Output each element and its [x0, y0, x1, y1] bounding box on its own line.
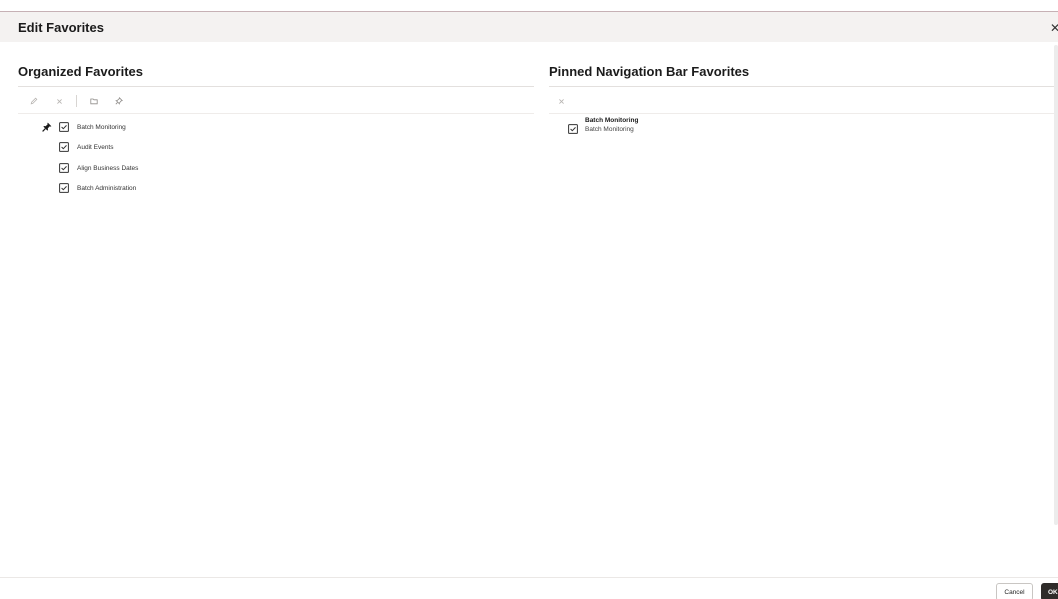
close-icon: [56, 98, 62, 104]
check-square-icon: [568, 124, 578, 134]
organized-toolbar: [26, 94, 136, 108]
pinned-toolbar: [553, 94, 578, 108]
favorite-item-label: Batch Monitoring: [77, 123, 126, 131]
pin-placeholder: [40, 140, 54, 154]
pencil-icon: [30, 97, 38, 105]
organized-toolbar-divider: [18, 113, 534, 114]
pinned-title-divider: [549, 86, 1058, 87]
toolbar-separator: [76, 95, 77, 107]
close-icon: [558, 98, 564, 104]
check-square-icon: [59, 122, 69, 132]
unpin-remove-button[interactable]: [553, 94, 569, 108]
favorite-item-label: Batch Administration: [77, 184, 137, 192]
favorite-item-batch-monitoring[interactable]: Batch Monitoring: [40, 119, 126, 135]
pin-icon: [42, 122, 52, 132]
favorite-item-label: Align Business Dates: [77, 164, 139, 172]
dialog-header: Edit Favorites ✕: [0, 12, 1058, 42]
pinned-item-subtitle: Batch Monitoring: [585, 126, 634, 133]
favorite-item-label: Audit Events: [77, 143, 114, 151]
pin-placeholder: [40, 161, 54, 175]
check-square-icon: [59, 163, 69, 173]
new-folder-button[interactable]: [86, 94, 102, 108]
remove-button[interactable]: [51, 94, 67, 108]
pinned-item-batch-monitoring[interactable]: Batch Monitoring Batch Monitoring: [568, 116, 638, 134]
cancel-button[interactable]: Cancel: [996, 583, 1033, 599]
pinned-toolbar-divider: [549, 113, 1058, 114]
edit-favorites-dialog: Edit Favorites ✕ Organized Favorites Bat…: [0, 0, 1058, 599]
folder-icon: [90, 98, 98, 105]
pin-button[interactable]: [111, 94, 127, 108]
check-square-icon: [59, 183, 69, 193]
check-square-icon: [59, 142, 69, 152]
ok-button[interactable]: OK: [1041, 583, 1058, 599]
pinned-item-text: Batch Monitoring Batch Monitoring: [585, 116, 638, 134]
organized-title-divider: [18, 86, 534, 87]
pinned-indicator: [40, 120, 54, 134]
pinned-item-title: Batch Monitoring: [585, 117, 639, 124]
dialog-title: Edit Favorites: [18, 20, 104, 35]
edit-button[interactable]: [26, 94, 42, 108]
close-icon[interactable]: ✕: [1050, 21, 1058, 35]
favorite-item-align-business-dates[interactable]: Align Business Dates: [40, 160, 138, 176]
favorite-item-batch-administration[interactable]: Batch Administration: [40, 180, 136, 196]
pin-placeholder: [40, 181, 54, 195]
footer-divider: [0, 577, 1058, 578]
pin-icon: [115, 97, 123, 105]
pinned-favorites-title: Pinned Navigation Bar Favorites: [549, 64, 750, 79]
organized-favorites-title: Organized Favorites: [18, 64, 143, 79]
scrollbar[interactable]: [1054, 45, 1058, 525]
favorite-item-audit-events[interactable]: Audit Events: [40, 139, 114, 155]
